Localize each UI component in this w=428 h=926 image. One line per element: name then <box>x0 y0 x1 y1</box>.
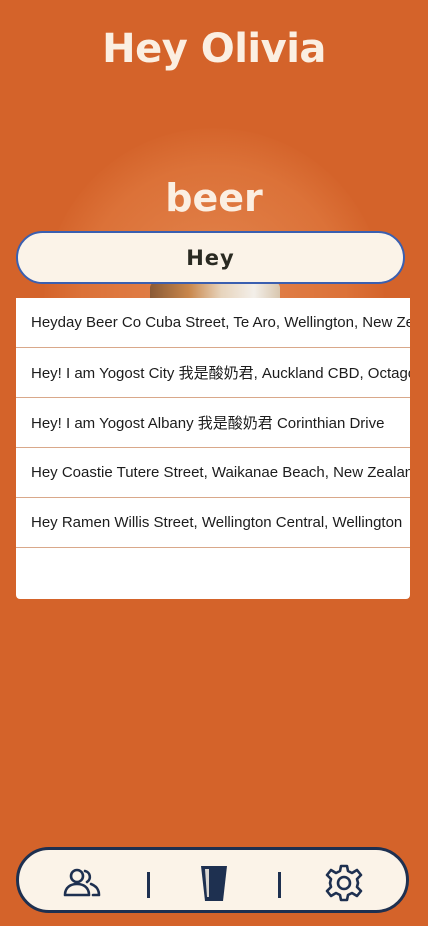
beer-glass-icon[interactable] <box>194 863 234 903</box>
search-results-list: Heyday Beer Co Cuba Street, Te Aro, Well… <box>16 298 410 599</box>
search-input[interactable] <box>58 244 363 271</box>
list-item[interactable]: Hey! I am Yogost Albany 我是酸奶君 Corinthian… <box>16 398 410 448</box>
tab-separator <box>278 872 281 898</box>
people-icon[interactable] <box>62 863 102 903</box>
list-item[interactable]: Hey Coastie Tutere Street, Waikanae Beac… <box>16 448 410 498</box>
list-item[interactable]: Hey! I am Yogost City 我是酸奶君, Auckland CB… <box>16 348 410 398</box>
search-field[interactable] <box>16 231 405 284</box>
list-item[interactable]: Hey Ramen Willis Street, Wellington Cent… <box>16 498 410 548</box>
list-item[interactable]: Heyday Beer Co Cuba Street, Te Aro, Well… <box>16 298 410 348</box>
tab-separator <box>147 872 150 898</box>
page-title: Hey Olivia <box>102 26 326 72</box>
bottom-tab-bar <box>16 847 409 913</box>
gear-icon[interactable] <box>324 863 364 903</box>
category-label: beer <box>165 176 263 220</box>
